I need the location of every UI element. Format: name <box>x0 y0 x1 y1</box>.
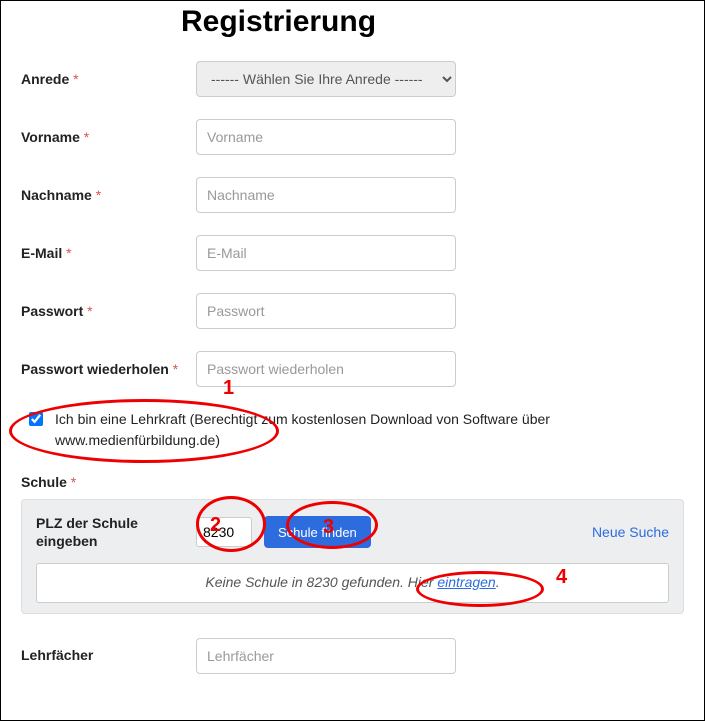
anrede-label: Anrede * <box>21 70 196 88</box>
result-suffix: . <box>496 574 500 590</box>
nachname-label: Nachname * <box>21 186 196 204</box>
anrede-select[interactable]: ------ Wählen Sie Ihre Anrede ------ <box>196 61 456 97</box>
result-text: Keine Schule in 8230 gefunden. Hier <box>205 574 437 590</box>
vorname-input[interactable] <box>196 119 456 155</box>
lehrkraft-checkbox[interactable] <box>29 412 43 426</box>
vorname-label: Vorname * <box>21 128 196 146</box>
nachname-input[interactable] <box>196 177 456 213</box>
schule-finden-button[interactable]: Schule finden <box>264 516 371 548</box>
lehrfaecher-input[interactable] <box>196 638 456 674</box>
passwort-input[interactable] <box>196 293 456 329</box>
passwort2-label: Passwort wiederholen * <box>21 360 196 378</box>
plz-label: PLZ der Schule eingeben <box>36 514 196 550</box>
neue-suche-link[interactable]: Neue Suche <box>592 524 669 540</box>
schule-panel: PLZ der Schule eingeben Schule finden Ne… <box>21 499 684 613</box>
plz-input[interactable] <box>196 517 252 547</box>
lehrfaecher-label: Lehrfächer <box>21 646 196 664</box>
email-input[interactable] <box>196 235 456 271</box>
schule-section-label: Schule * <box>21 473 196 491</box>
eintragen-link[interactable]: eintragen <box>437 574 495 590</box>
page-title: Registrierung <box>181 5 684 39</box>
passwort-label: Passwort * <box>21 302 196 320</box>
lehrkraft-checkbox-label: Ich bin eine Lehrkraft (Berechtigt zum k… <box>55 409 595 451</box>
schule-result: Keine Schule in 8230 gefunden. Hier eint… <box>36 563 669 603</box>
passwort2-input[interactable] <box>196 351 456 387</box>
email-label: E-Mail * <box>21 244 196 262</box>
